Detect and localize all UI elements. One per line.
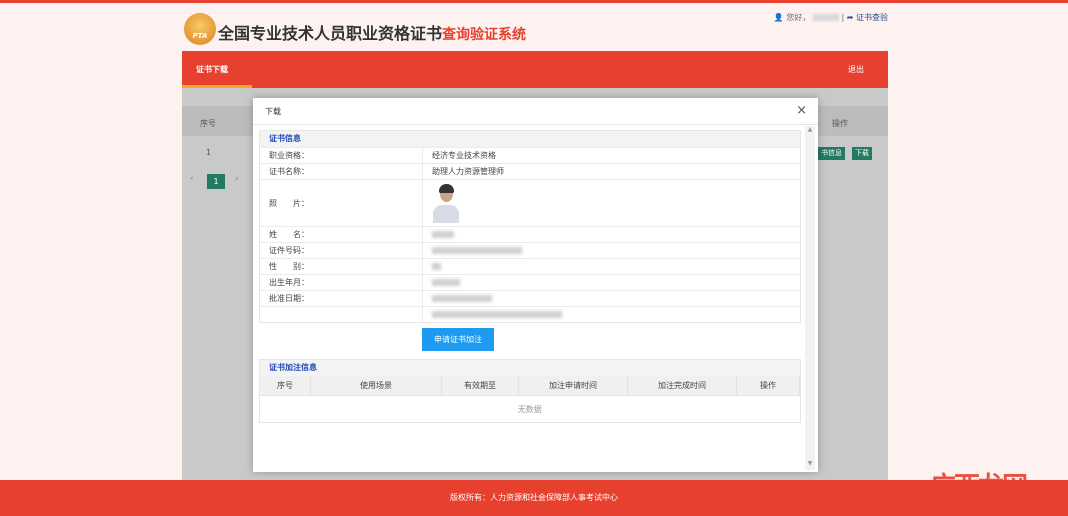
- footer: 版权所有：人力资源和社会保障部人事考试中心: [0, 480, 1068, 516]
- field-label: 姓 名：: [260, 226, 423, 243]
- cert-info-button[interactable]: 书信息: [818, 147, 845, 160]
- field-row-name: 姓 名：: [260, 226, 800, 243]
- field-label: 证件号码：: [260, 242, 423, 259]
- cert-info-section: 证书信息 职业资格： 经济专业技术资格 证书名称： 助理人力资源管理师 照 片： 姓…: [259, 130, 801, 323]
- verify-link-label: 证书查验: [856, 13, 888, 22]
- pta-logo: PTA: [184, 13, 216, 45]
- annotation-header-row: 序号 使用场景 有效期至 加注申请时间 加注完成时间 操作: [260, 376, 800, 396]
- scroll-down-arrow-icon[interactable]: ▼: [805, 460, 815, 467]
- field-label: [260, 306, 423, 322]
- field-label: 证书名称：: [260, 163, 423, 180]
- separator: |: [841, 13, 845, 22]
- field-row-approval-date: 批准日期：: [260, 290, 800, 307]
- share-icon: ➦: [846, 13, 854, 22]
- close-icon[interactable]: ×: [796, 103, 807, 118]
- watermark-text: 广西龙网: [930, 472, 1028, 502]
- field-value: 助理人力资源管理师: [422, 163, 800, 180]
- field-row-extra: [260, 306, 800, 322]
- field-row-gender: 性 别：: [260, 258, 800, 275]
- logo-text: PTA: [192, 32, 208, 40]
- field-row-qualification: 职业资格： 经济专业技术资格: [260, 147, 800, 164]
- user-icon: 👤: [773, 13, 784, 22]
- scroll-up-arrow-icon[interactable]: ▲: [805, 126, 815, 133]
- page-1-button[interactable]: 1: [207, 174, 225, 189]
- field-row-cert-name: 证书名称： 助理人力资源管理师: [260, 163, 800, 180]
- greeting-text: 您好，: [786, 13, 811, 22]
- field-row-photo: 照 片：: [260, 179, 800, 227]
- field-row-birth: 出生年月：: [260, 274, 800, 291]
- field-value-redacted: [422, 258, 800, 275]
- cert-info-table: 职业资格： 经济专业技术资格 证书名称： 助理人力资源管理师 照 片： 姓 名： 证…: [260, 147, 800, 322]
- modal-scrollbar[interactable]: [805, 126, 815, 470]
- main-navbar: 证书下载 退出: [182, 51, 888, 88]
- apply-annotation-button[interactable]: 申请证书加注: [422, 328, 494, 351]
- apply-area: 申请证书加注: [259, 323, 801, 359]
- modal-header: 下载 ×: [253, 98, 818, 125]
- tab-cert-download[interactable]: 证书下载: [196, 64, 228, 75]
- field-value-redacted: [422, 226, 800, 243]
- empty-row: 无数据: [260, 395, 800, 422]
- modal-body: 证书信息 职业资格： 经济专业技术资格 证书名称： 助理人力资源管理师 照 片： 姓…: [259, 130, 801, 466]
- username-redacted: [812, 14, 839, 21]
- field-value: 经济专业技术资格: [422, 147, 800, 164]
- row-index: 1: [206, 148, 212, 157]
- empty-message: 无数据: [260, 395, 800, 422]
- cert-info-title: 证书信息: [260, 131, 800, 147]
- download-modal: 下载 × ▲ ▼ 证书信息 职业资格： 经济专业技术资格 证书名称： 助理人力资源管…: [253, 98, 818, 472]
- top-accent-line: [0, 0, 1068, 3]
- field-row-id-number: 证件号码：: [260, 242, 800, 259]
- field-label: 性 别：: [260, 258, 423, 275]
- prev-page-button[interactable]: ‹: [190, 174, 194, 184]
- modal-title: 下载: [265, 107, 281, 116]
- annotation-title: 证书加注信息: [260, 360, 800, 376]
- annotation-table: 序号 使用场景 有效期至 加注申请时间 加注完成时间 操作 无数据: [260, 376, 800, 422]
- photo-cell: [422, 179, 800, 227]
- field-label: 职业资格：: [260, 147, 423, 164]
- field-label: 出生年月：: [260, 274, 423, 291]
- column-index-header: 序号: [200, 119, 216, 128]
- column-action-header: 操作: [832, 119, 848, 128]
- field-value-redacted: [422, 290, 800, 307]
- id-photo: [432, 183, 460, 223]
- next-page-button[interactable]: ›: [235, 174, 239, 184]
- site-title: 全国专业技术人员职业资格证书查询验证系统: [218, 20, 526, 44]
- logout-link[interactable]: 退出: [848, 64, 864, 75]
- column-header: 操作: [736, 376, 800, 396]
- column-header: 有效期至: [441, 376, 519, 396]
- annotation-section: 证书加注信息 序号 使用场景 有效期至 加注申请时间 加注完成时间 操作 无数据: [259, 359, 801, 423]
- download-button[interactable]: 下载: [852, 147, 872, 160]
- column-header: 加注申请时间: [518, 376, 628, 396]
- user-bar: 👤 您好， | ➦ 证书查验: [774, 12, 888, 23]
- site-title-main: 全国专业技术人员职业资格证书: [218, 24, 443, 43]
- copyright-text: 版权所有：人力资源和社会保障部人事考试中心: [450, 493, 618, 502]
- field-value-redacted: [422, 274, 800, 291]
- site-title-sub: 查询验证系统: [442, 27, 527, 43]
- column-header: 使用场景: [310, 376, 442, 396]
- field-value-redacted: [422, 306, 800, 322]
- field-label: 照 片：: [260, 179, 423, 227]
- verify-link[interactable]: ➦ 证书查验: [847, 13, 888, 22]
- column-header: 序号: [260, 376, 311, 396]
- column-header: 加注完成时间: [627, 376, 737, 396]
- field-label: 批准日期：: [260, 290, 423, 307]
- field-value-redacted: [422, 242, 800, 259]
